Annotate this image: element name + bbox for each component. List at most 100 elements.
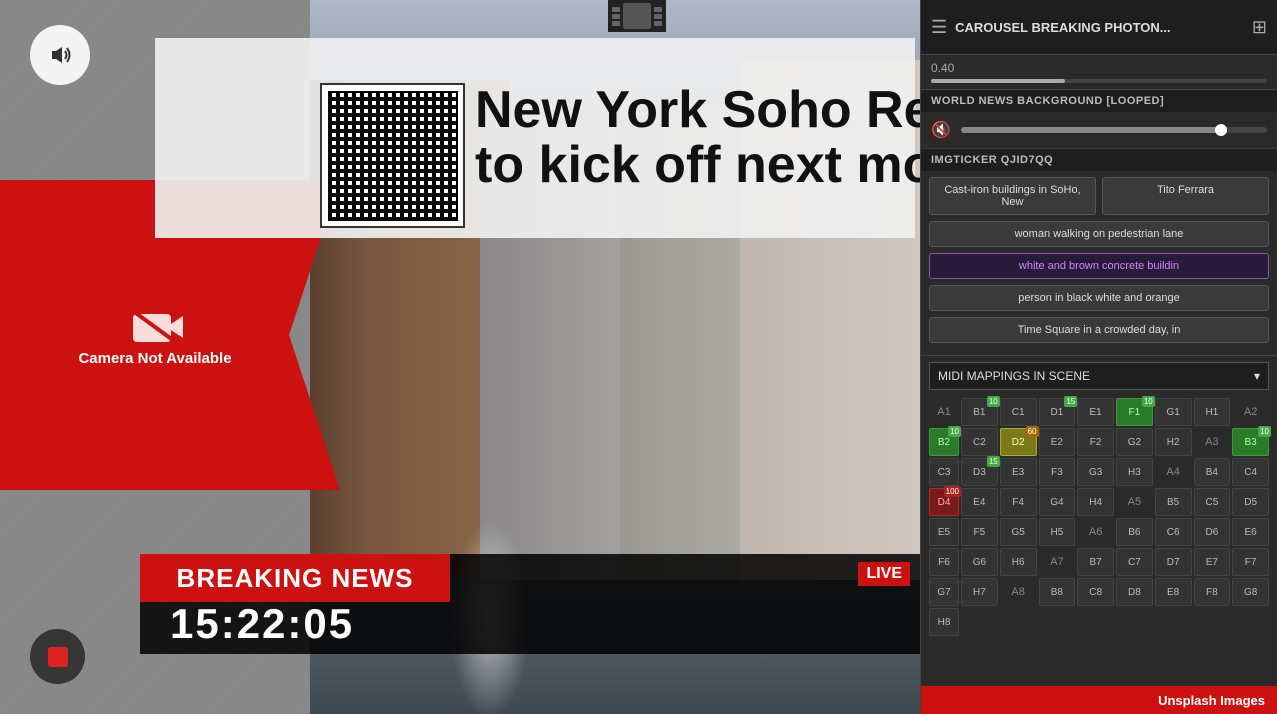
ticker-item-2[interactable]: Tito Ferrara: [1102, 177, 1269, 215]
midi-cell-d3[interactable]: D315: [961, 458, 998, 486]
midi-cell-d8[interactable]: D8: [1116, 578, 1153, 606]
reel-center: [623, 3, 651, 29]
midi-row-label-a4: A4: [1155, 458, 1192, 486]
midi-cell-e6[interactable]: E6: [1232, 518, 1269, 546]
midi-cell-b1[interactable]: B110: [961, 398, 998, 426]
midi-cell-f8[interactable]: F8: [1194, 578, 1231, 606]
midi-cell-e7[interactable]: E7: [1194, 548, 1231, 576]
reel-strip-right: [654, 7, 662, 26]
ticker-item-1[interactable]: Cast-iron buildings in SoHo, New: [929, 177, 1096, 215]
midi-cell-c4[interactable]: C4: [1232, 458, 1269, 486]
midi-cell-h6[interactable]: H6: [1000, 548, 1037, 576]
midi-cell-e2[interactable]: E2: [1039, 428, 1076, 456]
ticker-item-5[interactable]: person in black white and orange: [929, 285, 1269, 311]
midi-cell-b4[interactable]: B4: [1194, 458, 1231, 486]
midi-cell-b6[interactable]: B6: [1116, 518, 1153, 546]
midi-cell-h1[interactable]: H1: [1194, 398, 1231, 426]
midi-row-label-a6: A6: [1077, 518, 1114, 546]
midi-cell-g6[interactable]: G6: [961, 548, 998, 576]
speaker-button[interactable]: [30, 25, 90, 85]
midi-cell-f6[interactable]: F6: [929, 548, 959, 576]
midi-cell-h3[interactable]: H3: [1116, 458, 1153, 486]
midi-cell-c8[interactable]: C8: [1077, 578, 1114, 606]
progress-fill: [931, 79, 1065, 83]
progress-section: 0.40: [921, 55, 1277, 90]
breaking-label: BREAKING NEWS: [140, 554, 450, 602]
camera-not-available-icon: [125, 304, 185, 350]
midi-cell-c3[interactable]: C3: [929, 458, 959, 486]
midi-cell-g3[interactable]: G3: [1077, 458, 1114, 486]
stop-button[interactable]: [30, 629, 85, 684]
midi-cell-b5[interactable]: B5: [1155, 488, 1192, 516]
midi-cell-d4[interactable]: D4100: [929, 488, 959, 516]
midi-cell-g5[interactable]: G5: [1000, 518, 1037, 546]
midi-cell-h8[interactable]: H8: [929, 608, 959, 636]
unsplash-label: Unsplash Images: [1158, 693, 1265, 708]
midi-cell-h7[interactable]: H7: [961, 578, 998, 606]
midi-row-label-a1: A1: [929, 398, 959, 426]
midi-cell-g2[interactable]: G2: [1116, 428, 1153, 456]
midi-cell-d1[interactable]: D115: [1039, 398, 1076, 426]
qr-code: [320, 83, 465, 228]
headline-line1: New York Soho Rede: [475, 83, 920, 138]
midi-cell-h2[interactable]: H2: [1155, 428, 1192, 456]
panel-menu-icon[interactable]: ☰: [931, 17, 947, 38]
main-video-area: Camera Not Available New York Soho Rede …: [0, 0, 920, 714]
midi-cell-b8[interactable]: B8: [1039, 578, 1076, 606]
midi-cell-f1[interactable]: F110: [1116, 398, 1153, 426]
speaker-icon: [46, 41, 74, 69]
midi-cell-c5[interactable]: C5: [1194, 488, 1231, 516]
midi-cell-d5[interactable]: D5: [1232, 488, 1269, 516]
midi-cell-g7[interactable]: G7: [929, 578, 959, 606]
ticker-row-4: person in black white and orange: [929, 285, 1269, 311]
film-reel-widget: [608, 0, 666, 32]
midi-cell-c2[interactable]: C2: [961, 428, 998, 456]
camera-not-available-label: Camera Not Available: [78, 350, 231, 367]
volume-slider[interactable]: [961, 127, 1267, 133]
midi-cell-c1[interactable]: C1: [1000, 398, 1037, 426]
time-display: 15:22:05: [170, 600, 354, 648]
headline-line2: to kick off next montl: [475, 138, 920, 193]
reel-strip-left: [612, 7, 620, 26]
progress-bar[interactable]: [931, 79, 1267, 83]
volume-thumb: [1215, 124, 1227, 136]
midi-cell-c7[interactable]: C7: [1116, 548, 1153, 576]
chevron-down-icon: ▾: [1254, 369, 1260, 383]
midi-cell-e3[interactable]: E3: [1000, 458, 1037, 486]
midi-cell-e5[interactable]: E5: [929, 518, 959, 546]
mute-button[interactable]: 🔇: [931, 120, 951, 140]
midi-cell-d2[interactable]: D260: [1000, 428, 1037, 456]
midi-cell-b2[interactable]: B210: [929, 428, 959, 456]
breaking-news-bar: BREAKING NEWS 15:22:05 LIVE: [140, 554, 920, 654]
midi-dropdown[interactable]: MIDI MAPPINGS IN SCENE ▾: [929, 362, 1269, 390]
midi-cell-h4[interactable]: H4: [1077, 488, 1114, 516]
headline-area: New York Soho Rede to kick off next mont…: [155, 38, 915, 238]
panel-grid-icon[interactable]: ⊞: [1252, 17, 1267, 38]
midi-cell-d6[interactable]: D6: [1194, 518, 1231, 546]
midi-cell-c6[interactable]: C6: [1155, 518, 1192, 546]
midi-cell-d7[interactable]: D7: [1155, 548, 1192, 576]
ticker-item-3[interactable]: woman walking on pedestrian lane: [929, 221, 1269, 247]
midi-cell-h5[interactable]: H5: [1039, 518, 1076, 546]
ticker-item-6[interactable]: Time Square in a crowded day, in: [929, 317, 1269, 343]
midi-cell-b3[interactable]: B310: [1232, 428, 1269, 456]
midi-cell-b7[interactable]: B7: [1077, 548, 1114, 576]
midi-cell-g4[interactable]: G4: [1039, 488, 1076, 516]
panel-header: ☰ CAROUSEL BREAKING PHOTON... ⊞: [921, 0, 1277, 55]
midi-cell-f3[interactable]: F3: [1039, 458, 1076, 486]
ticker-items: Cast-iron buildings in SoHo, New Tito Fe…: [921, 171, 1277, 355]
midi-cell-g1[interactable]: G1: [1155, 398, 1192, 426]
midi-cell-f4[interactable]: F4: [1000, 488, 1037, 516]
live-badge: LIVE: [858, 562, 910, 586]
midi-cell-f5[interactable]: F5: [961, 518, 998, 546]
midi-cell-e8[interactable]: E8: [1155, 578, 1192, 606]
midi-cell-g8[interactable]: G8: [1232, 578, 1269, 606]
midi-cell-e1[interactable]: E1: [1077, 398, 1114, 426]
midi-cell-f7[interactable]: F7: [1232, 548, 1269, 576]
right-panel: ☰ CAROUSEL BREAKING PHOTON... ⊞ 0.40 WOR…: [920, 0, 1277, 714]
ticker-item-4[interactable]: white and brown concrete buildin: [929, 253, 1269, 279]
ticker-row-3: white and brown concrete buildin: [929, 253, 1269, 279]
midi-row-label-a2: A2: [1232, 398, 1269, 426]
midi-cell-e4[interactable]: E4: [961, 488, 998, 516]
midi-cell-f2[interactable]: F2: [1077, 428, 1114, 456]
